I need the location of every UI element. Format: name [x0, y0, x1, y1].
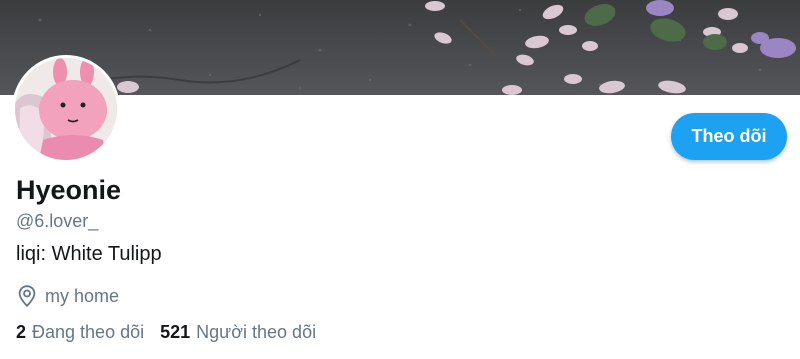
followers-stat[interactable]: 521 Người theo dõi	[160, 322, 316, 343]
following-stat[interactable]: 2 Đang theo dõi	[16, 322, 144, 343]
display-name: Hyeonie	[16, 175, 122, 205]
profile-location: my home	[16, 284, 119, 308]
profile-banner[interactable]	[0, 0, 800, 95]
avatar[interactable]	[12, 55, 120, 163]
profile-bio: liqi: White Tulipp	[16, 243, 162, 265]
map-pin-icon	[16, 284, 38, 308]
following-label: Đang theo dõi	[32, 322, 145, 342]
following-count: 2	[16, 322, 27, 342]
avatar-image	[15, 58, 117, 160]
followers-count: 521	[160, 322, 191, 342]
profile-stats: 2 Đang theo dõi 521 Người theo dõi	[16, 322, 316, 343]
follow-button[interactable]: Theo dõi	[671, 113, 787, 160]
followers-label: Người theo dõi	[196, 322, 317, 342]
banner-image	[0, 0, 800, 95]
location-text: my home	[45, 285, 120, 306]
username-handle: @6.lover_	[16, 211, 99, 231]
